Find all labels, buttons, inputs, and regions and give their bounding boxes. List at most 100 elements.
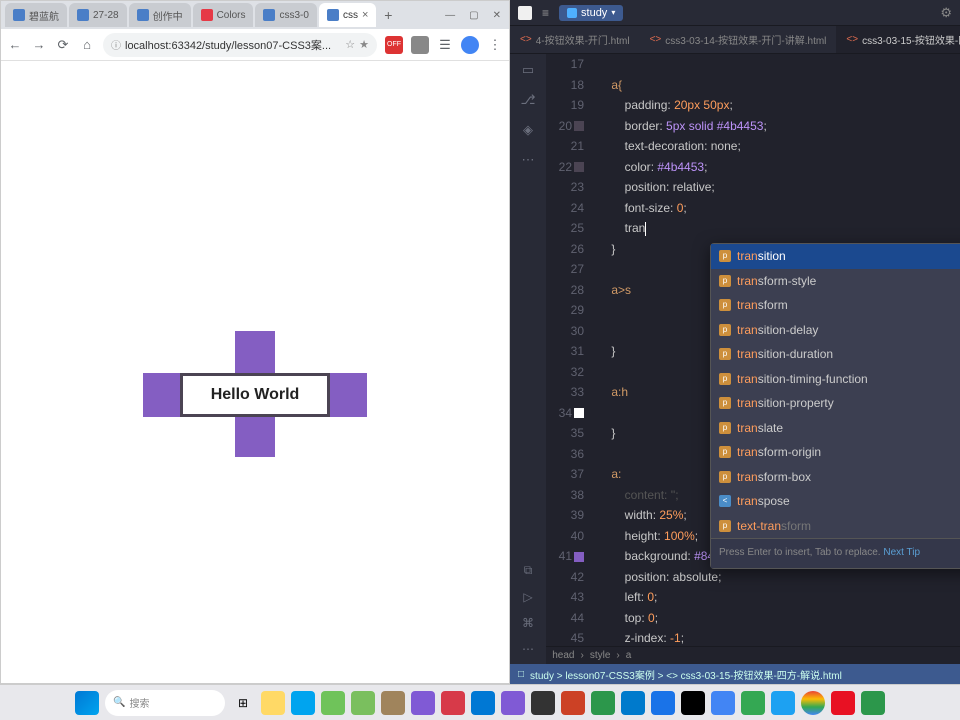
new-tab-button[interactable]: + [378,7,398,23]
reload-icon[interactable]: ⟳ [55,37,71,53]
completion-item[interactable]: ptransition-timing-function [711,367,960,392]
extension-icon[interactable]: OFF [385,36,403,54]
menu-icon[interactable]: ≡ [542,6,549,20]
completion-item[interactable]: ptransition-property [711,391,960,416]
url-input[interactable]: ⓘ localhost:63342/study/lesson07-CSS3案..… [103,33,377,57]
start-icon[interactable] [75,691,99,715]
favicon [263,9,275,21]
editor-tab-active[interactable]: <>css3-03-15-按钮效果-四 [836,26,960,53]
next-tip-link[interactable]: Next Tip [883,547,920,558]
chrome-icon[interactable] [801,691,825,715]
explorer-icon[interactable] [261,691,285,715]
browser-tab[interactable]: Colors [193,3,254,27]
translate-icon[interactable]: ☆ [345,38,355,51]
app-icon[interactable] [531,691,555,715]
app-icon[interactable] [321,691,345,715]
browser-tab-bar: 碧蓝航 27-28 创作中 Colors css3-0 css× + — ▢ ✕ [1,1,509,29]
completion-item[interactable]: ptransform [711,293,960,318]
browser-tab-active[interactable]: css× [319,3,376,27]
bookmark-icon[interactable]: ◈ [523,122,533,138]
completion-item[interactable]: ptransform-box [711,465,960,490]
browser-tab[interactable]: css3-0 [255,3,316,27]
terminal-icon[interactable]: ⌘ [522,616,534,630]
reader-icon[interactable]: ☰ [437,37,453,53]
line-gutter: 1718192021222324252627282930313233343536… [546,54,590,649]
app-icon[interactable] [711,691,735,715]
favicon [13,9,25,21]
ide-window: ≡ study▾ ⚙ <>4-按钮效果-开门.html <>css3-03-14… [510,0,960,684]
editor-body: ▭ ⎇ ◈ ⋯ 17181920212223242526272829303132… [510,54,960,646]
vscode-icon[interactable] [621,691,645,715]
star-icon[interactable]: ★ [359,38,369,51]
completion-item[interactable]: ptext-transform [711,514,960,539]
app-icon[interactable] [561,691,585,715]
project-selector[interactable]: study▾ [559,5,623,21]
completion-item[interactable]: ptranslate [711,416,960,441]
completion-item[interactable]: ptransform-origin [711,440,960,465]
maximize-icon[interactable]: ▢ [469,10,478,21]
ellipsis-icon[interactable]: ⋯ [522,642,534,656]
completion-hint: Press Enter to insert, Tab to replace. N… [711,538,960,568]
app-icon[interactable] [441,691,465,715]
page-viewport: Hello World [1,61,509,683]
completion-item[interactable]: ptransition-duration [711,342,960,367]
windows-taskbar: 🔍搜索 ⊞ [0,684,960,720]
info-icon: ⓘ [111,37,121,52]
address-bar: ← → ⟳ ⌂ ⓘ localhost:63342/study/lesson07… [1,29,509,61]
close-icon[interactable]: × [362,9,368,21]
run-icon[interactable]: ▷ [523,590,532,604]
task-view-icon[interactable]: ⊞ [231,691,255,715]
favicon [77,9,89,21]
edge-icon[interactable] [291,691,315,715]
close-icon[interactable]: ✕ [493,10,501,21]
breadcrumb[interactable]: html›head›style›a [510,646,960,664]
taskbar-search[interactable]: 🔍搜索 [105,690,225,716]
app-icon[interactable] [651,691,675,715]
forward-icon[interactable]: → [31,37,47,53]
more-icon[interactable]: ⋯ [522,152,535,168]
search-icon: 🔍 [113,697,125,708]
browser-window: 碧蓝航 27-28 创作中 Colors css3-0 css× + — ▢ ✕… [0,0,510,684]
minimize-icon[interactable]: — [445,10,455,21]
app-icon[interactable] [741,691,765,715]
menu-icon[interactable]: ⋮ [487,37,503,53]
puzzle-icon[interactable] [411,36,429,54]
app-icon[interactable] [831,691,855,715]
bottom-activity: ⧉ ▷ ⌘ ⋯ [510,555,546,664]
vcs-icon[interactable]: ⎇ [521,92,536,108]
app-logo-icon[interactable] [518,6,532,20]
ide-title-bar: ≡ study▾ ⚙ [510,0,960,26]
code-editor[interactable]: 1718192021222324252627282930313233343536… [546,54,960,646]
app-icon[interactable] [411,691,435,715]
app-icon[interactable] [861,691,885,715]
app-icon[interactable] [591,691,615,715]
app-icon[interactable] [381,691,405,715]
app-icon[interactable] [351,691,375,715]
back-icon[interactable]: ← [7,37,23,53]
window-controls: — ▢ ✕ [445,10,505,21]
completion-item[interactable]: <transpose [711,489,960,514]
home-icon[interactable]: ⌂ [79,37,95,53]
completion-item[interactable]: ptransition-delay [711,318,960,343]
phpstorm-icon[interactable] [501,691,525,715]
favicon [201,9,213,21]
browser-tab[interactable]: 创作中 [129,3,191,27]
project-icon[interactable]: ▭ [522,62,534,78]
avatar-icon[interactable] [461,36,479,54]
app-icon[interactable] [471,691,495,715]
folder-icon[interactable]: □ [518,669,524,680]
app-icon[interactable] [681,691,705,715]
hello-label[interactable]: Hello World [180,373,330,417]
editor-tab[interactable]: <>4-按钮效果-开门.html [510,26,640,53]
completion-item[interactable]: ptransform-style [711,269,960,294]
editor-tab-bar: <>4-按钮效果-开门.html <>css3-03-14-按钮效果-开门-讲解… [510,26,960,54]
s-icon [567,8,577,18]
editor-tab[interactable]: <>css3-03-14-按钮效果-开门-讲解.html [640,26,837,53]
browser-tab[interactable]: 碧蓝航 [5,3,67,27]
completion-item[interactable]: ptransition [711,244,960,269]
app-icon[interactable] [771,691,795,715]
gear-icon[interactable]: ⚙ [940,5,952,21]
completion-popup[interactable]: ptransitionptransform-styleptransformptr… [710,243,960,569]
structure-icon[interactable]: ⧉ [524,563,533,578]
browser-tab[interactable]: 27-28 [69,3,127,27]
